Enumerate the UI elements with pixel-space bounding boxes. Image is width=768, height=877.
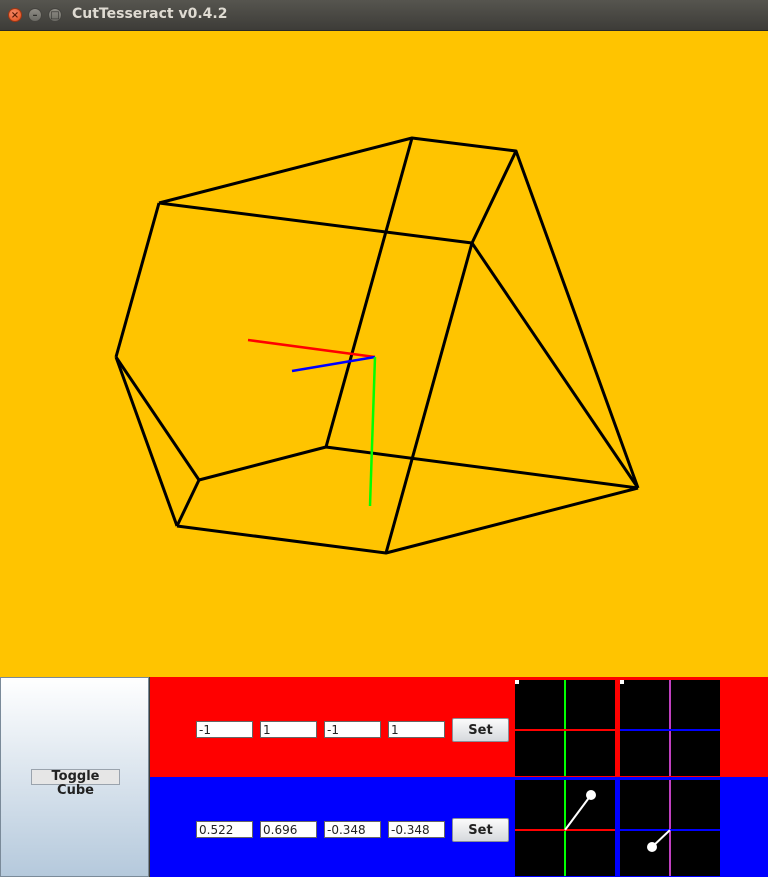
pad-zw[interactable] xyxy=(620,780,720,876)
pad-handle xyxy=(586,790,596,800)
window-title: CutTesseract v0.4.2 xyxy=(72,6,228,22)
value-input-1[interactable] xyxy=(196,721,253,738)
maximize-icon[interactable]: □ xyxy=(48,8,62,22)
value-input-3[interactable] xyxy=(324,821,381,838)
edge xyxy=(175,479,201,527)
axis-y-line xyxy=(368,356,377,507)
pad-xy[interactable] xyxy=(515,780,615,876)
edge xyxy=(114,356,201,481)
edge xyxy=(114,202,161,358)
value-input-3[interactable] xyxy=(324,721,381,738)
edge xyxy=(176,486,639,555)
edge xyxy=(470,242,640,489)
wireframe-view xyxy=(114,136,640,555)
set-button[interactable]: Set xyxy=(452,818,509,842)
top-face-edges xyxy=(158,136,518,245)
pad-zw[interactable] xyxy=(620,680,720,776)
close-icon[interactable]: × xyxy=(8,8,22,22)
edge xyxy=(384,242,474,554)
pad-xy[interactable] xyxy=(515,680,615,776)
value-input-2[interactable] xyxy=(260,721,317,738)
toggle-cube-button[interactable]: Toggle Cube xyxy=(31,769,120,798)
pad-handle xyxy=(515,680,519,684)
title-bar: × – □ CutTesseract v0.4.2 xyxy=(0,0,768,31)
minimize-icon[interactable]: – xyxy=(28,8,42,22)
pad-handle xyxy=(620,680,624,684)
pad-handle xyxy=(647,842,657,852)
value-input-4[interactable] xyxy=(388,821,445,838)
edge xyxy=(324,137,414,448)
value-input-4[interactable] xyxy=(388,721,445,738)
value-input-2[interactable] xyxy=(260,821,317,838)
control-row-blue: Set xyxy=(150,777,768,877)
tesseract-wireframe xyxy=(114,136,640,555)
edge xyxy=(514,150,640,489)
value-input-1[interactable] xyxy=(196,821,253,838)
edge xyxy=(198,445,639,490)
axes-gizmo xyxy=(247,338,377,507)
axis-z-line xyxy=(291,355,376,373)
toggle-panel: Toggle Cube xyxy=(0,677,149,877)
edge xyxy=(114,356,179,527)
render-canvas[interactable] xyxy=(0,31,768,677)
control-row-red: Set xyxy=(150,677,768,777)
set-button[interactable]: Set xyxy=(452,718,509,742)
